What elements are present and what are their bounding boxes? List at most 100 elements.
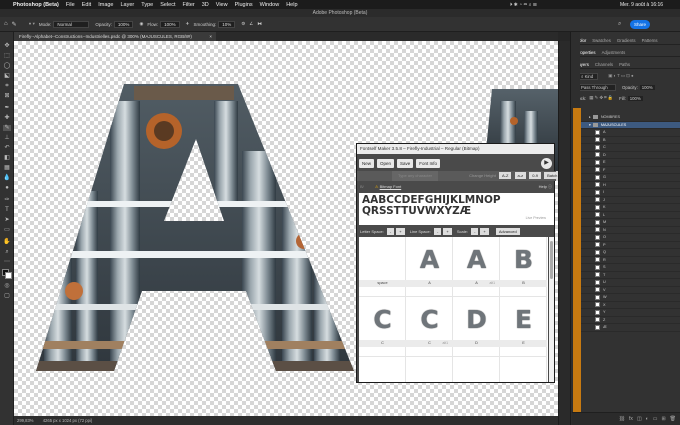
menu-edit[interactable]: Edit <box>82 2 91 8</box>
layer-row[interactable]: 👁H <box>573 182 680 189</box>
letter-space-minus[interactable]: - <box>386 228 395 236</box>
tab-gradients[interactable]: Gradients <box>614 38 639 43</box>
advanced-button[interactable]: Advanced <box>495 228 520 236</box>
lock-icons[interactable]: ▦ ✎ ✥ ⌗ 🔒 <box>589 95 613 101</box>
glyph-cell[interactable]: C C alt1 <box>406 297 453 357</box>
glyph-cell[interactable] <box>500 357 547 382</box>
share-button[interactable]: Share <box>630 20 650 29</box>
layer-row[interactable]: 👁P <box>573 242 680 249</box>
clone-stamp-icon[interactable]: ⊥ <box>3 135 11 141</box>
home-icon[interactable]: ⌂ <box>4 21 8 27</box>
change-height-label[interactable]: Change Height <box>469 173 496 178</box>
line-space-minus[interactable]: - <box>434 228 442 236</box>
layer-opacity-field[interactable]: 100% <box>639 84 655 90</box>
zoom-readout[interactable]: 299,83% <box>17 418 34 423</box>
menu-image[interactable]: Image <box>98 2 113 8</box>
move-tool-icon[interactable]: ✥ <box>3 43 11 49</box>
brush-tool-icon[interactable]: ✎ <box>12 21 17 28</box>
line-space-plus[interactable]: + <box>443 228 452 236</box>
shape-tool-icon[interactable]: ▭ <box>3 227 11 233</box>
layer-row[interactable]: 👁T <box>573 272 680 279</box>
help-label[interactable]: Help ⓘ <box>539 182 552 191</box>
layer-row[interactable]: 👁E <box>573 159 680 167</box>
glyph-cell[interactable]: D D <box>453 297 500 357</box>
lasso-tool-icon[interactable]: ◯ <box>3 63 11 69</box>
layer-row[interactable]: 👁O <box>573 234 680 242</box>
layer-row[interactable]: 👁Z <box>573 317 680 324</box>
type-tool-icon[interactable]: T <box>3 207 11 213</box>
new-group-icon[interactable]: ▭ <box>653 416 658 422</box>
glyph-cell[interactable]: A A <box>406 237 453 297</box>
lowercase-button[interactable]: a-z <box>514 172 527 180</box>
frame-tool-icon[interactable]: ⊠ <box>3 93 11 99</box>
screen-mode-icon[interactable]: ▢ <box>3 293 11 299</box>
menu-layer[interactable]: Layer <box>121 2 135 8</box>
filter-icons[interactable]: ▣ ◐ T ▭ ⊡ ● <box>608 73 633 79</box>
scale-plus[interactable]: + <box>480 228 489 236</box>
open-button[interactable]: Open <box>377 159 395 168</box>
glyph-grid-scrollbar[interactable] <box>549 237 554 382</box>
layer-group-row[interactable]: 👁▸NOMBRES <box>573 114 680 122</box>
add-mask-icon[interactable]: ◫ <box>637 416 642 422</box>
fx-icon[interactable]: fx <box>629 416 633 422</box>
glyph-cell[interactable]: A A alt1 <box>453 237 500 297</box>
menu-help[interactable]: Help <box>286 2 297 8</box>
layer-row[interactable]: 👁R <box>573 257 680 264</box>
layer-row[interactable]: 👁V <box>573 287 680 294</box>
healing-brush-icon[interactable]: ✚ <box>3 115 11 121</box>
scroll-thumb[interactable] <box>550 241 553 279</box>
layer-row[interactable]: 👁Æ <box>573 324 680 332</box>
canvas-vertical-scrollbar[interactable] <box>558 41 570 425</box>
glyph-cell[interactable]: C C <box>359 297 406 357</box>
angle-icon[interactable]: ∠ <box>249 21 253 27</box>
live-preview-box[interactable]: AABCCDEFGHIJKLMNOP QRSSTTUVWXYZÆ Live Pr… <box>359 193 554 225</box>
type-any-character-field[interactable]: Type any character <box>392 171 439 181</box>
new-button[interactable]: New <box>359 159 375 168</box>
menu-type[interactable]: Type <box>141 2 153 8</box>
chevron-icon[interactable]: ▸ <box>589 115 591 119</box>
bitmap-font-label[interactable]: Bitmap Font <box>380 184 402 189</box>
settings-gear-icon[interactable]: ⚙ <box>241 21 245 27</box>
mode-select[interactable]: Normal <box>53 20 90 28</box>
smoothing-field[interactable]: 10% <box>218 20 236 28</box>
layer-row[interactable]: 👁Q <box>573 249 680 257</box>
opacity-field[interactable]: 100% <box>113 20 134 28</box>
zoom-tool-icon[interactable]: ⌕ <box>3 249 11 255</box>
delete-layer-icon[interactable]: 🗑 <box>670 416 676 422</box>
layer-row[interactable]: 👁X <box>573 302 680 309</box>
menu-filter[interactable]: Filter <box>183 2 195 8</box>
dodge-icon[interactable]: ● <box>3 185 11 191</box>
menu-view[interactable]: View <box>216 2 228 8</box>
flow-field[interactable]: 100% <box>160 20 180 28</box>
layer-row[interactable]: 👁F <box>573 167 680 174</box>
letter-space-plus[interactable]: + <box>396 228 405 236</box>
chevron-icon[interactable]: ▾ <box>589 123 591 127</box>
layer-row[interactable]: 👁C <box>573 144 680 152</box>
menu-file[interactable]: File <box>66 2 75 8</box>
layer-row[interactable]: 👁Y <box>573 309 680 317</box>
layer-row[interactable]: 👁M <box>573 219 680 227</box>
tab-patterns[interactable]: Patterns <box>639 38 661 43</box>
layer-row[interactable]: 👁U <box>573 279 680 287</box>
menu-select[interactable]: Select <box>160 2 175 8</box>
scale-minus[interactable]: - <box>471 228 479 236</box>
search-icon[interactable]: ⌕ <box>618 21 621 28</box>
adjustment-layer-icon[interactable]: ◐ <box>646 416 649 422</box>
tab-channels[interactable]: Channels <box>592 62 616 67</box>
tab-swatches[interactable]: Swatches <box>589 38 614 43</box>
layer-row[interactable]: 👁W <box>573 294 680 302</box>
layer-group-row[interactable]: 👁▾MAJUSCULES <box>573 121 680 129</box>
history-brush-icon[interactable]: ↶ <box>3 145 11 151</box>
crop-tool-icon[interactable]: ⌗ <box>3 83 11 89</box>
fill-field[interactable]: 100% <box>627 95 643 101</box>
menu-3d[interactable]: 3D <box>202 2 209 8</box>
airbrush-icon[interactable]: ✈ <box>186 21 190 27</box>
glyph-cell[interactable]: space <box>359 237 406 297</box>
blur-icon[interactable]: 💧 <box>3 175 11 181</box>
background-color-swatch[interactable] <box>5 272 12 279</box>
layer-row[interactable]: 👁D <box>573 152 680 159</box>
az-button[interactable]: A-Z <box>498 172 512 180</box>
document-tab[interactable]: Firefly--Alphabet--Constructions--Indust… <box>14 32 216 41</box>
glyph-cell[interactable] <box>406 357 453 382</box>
save-button[interactable]: Save <box>397 159 414 168</box>
